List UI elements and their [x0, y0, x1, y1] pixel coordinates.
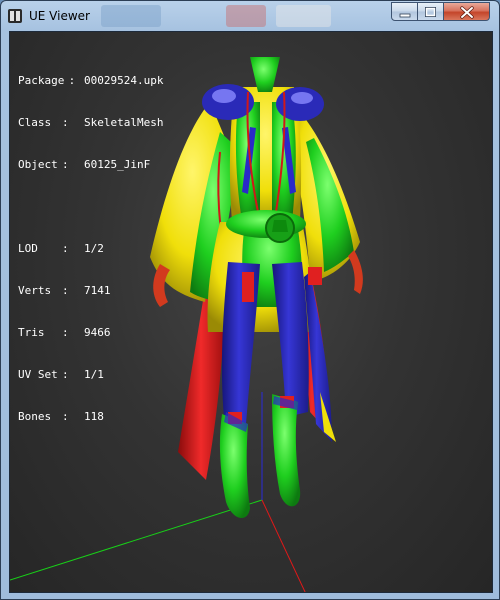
mesh-info-overlay: Package : 00029524.upk Class: SkeletalMe…	[18, 46, 163, 452]
info-value: 9466	[84, 326, 111, 339]
info-label: Class	[18, 116, 52, 129]
minimize-icon	[399, 13, 411, 18]
info-value: 7141	[84, 284, 111, 297]
info-label: Bones	[18, 410, 52, 423]
right-leg	[272, 262, 309, 417]
info-value: 1/1	[84, 368, 104, 381]
red-patch	[308, 267, 322, 285]
collar	[250, 57, 280, 92]
right-boot	[272, 394, 301, 507]
info-label: Package	[18, 74, 65, 87]
info-label: Object	[18, 158, 58, 171]
maximize-icon	[425, 7, 436, 17]
info-row-lod: LOD: 1/2	[18, 242, 104, 255]
info-row-object: Object: 60125_JinF	[18, 158, 151, 171]
info-row-verts: Verts: 7141	[18, 284, 111, 297]
axis-green	[10, 499, 263, 581]
info-row-bones: Bones: 118	[18, 410, 104, 423]
close-button[interactable]	[444, 2, 490, 21]
app-window: UE Viewer Package: 00029524.upk Class:…	[0, 0, 500, 600]
info-label: UV Set	[18, 368, 58, 381]
window-title: UE Viewer	[29, 9, 90, 23]
info-row-class: Class: SkeletalMesh	[18, 116, 164, 129]
info-value: SkeletalMesh	[84, 116, 164, 129]
info-value: 118	[84, 410, 104, 423]
background-blur	[276, 5, 331, 27]
left-leg	[221, 262, 260, 424]
background-blur	[101, 5, 161, 27]
info-label: Verts	[18, 284, 52, 297]
info-label: LOD	[18, 242, 38, 255]
maximize-button[interactable]	[418, 2, 444, 21]
info-value: 60125_JinF	[84, 158, 151, 171]
red-patch	[242, 272, 254, 302]
info-label: Tris	[18, 326, 45, 339]
right-hand	[348, 250, 363, 294]
app-icon	[8, 9, 22, 23]
info-row-uvset: UV Set: 1/1	[18, 368, 104, 381]
minimize-button[interactable]	[391, 2, 418, 21]
3d-viewport[interactable]: Package : 00029524.upk Class: SkeletalMe…	[9, 31, 493, 593]
info-row-package: Package : 00029524.upk	[18, 74, 164, 87]
close-icon	[460, 6, 474, 19]
title-bar[interactable]: UE Viewer	[1, 1, 499, 31]
axis-red	[261, 499, 306, 592]
info-value: 00029524.upk	[84, 74, 164, 87]
info-row-tris: Tris: 9466	[18, 326, 111, 339]
info-value: 1/2	[84, 242, 104, 255]
background-blur	[226, 5, 266, 27]
